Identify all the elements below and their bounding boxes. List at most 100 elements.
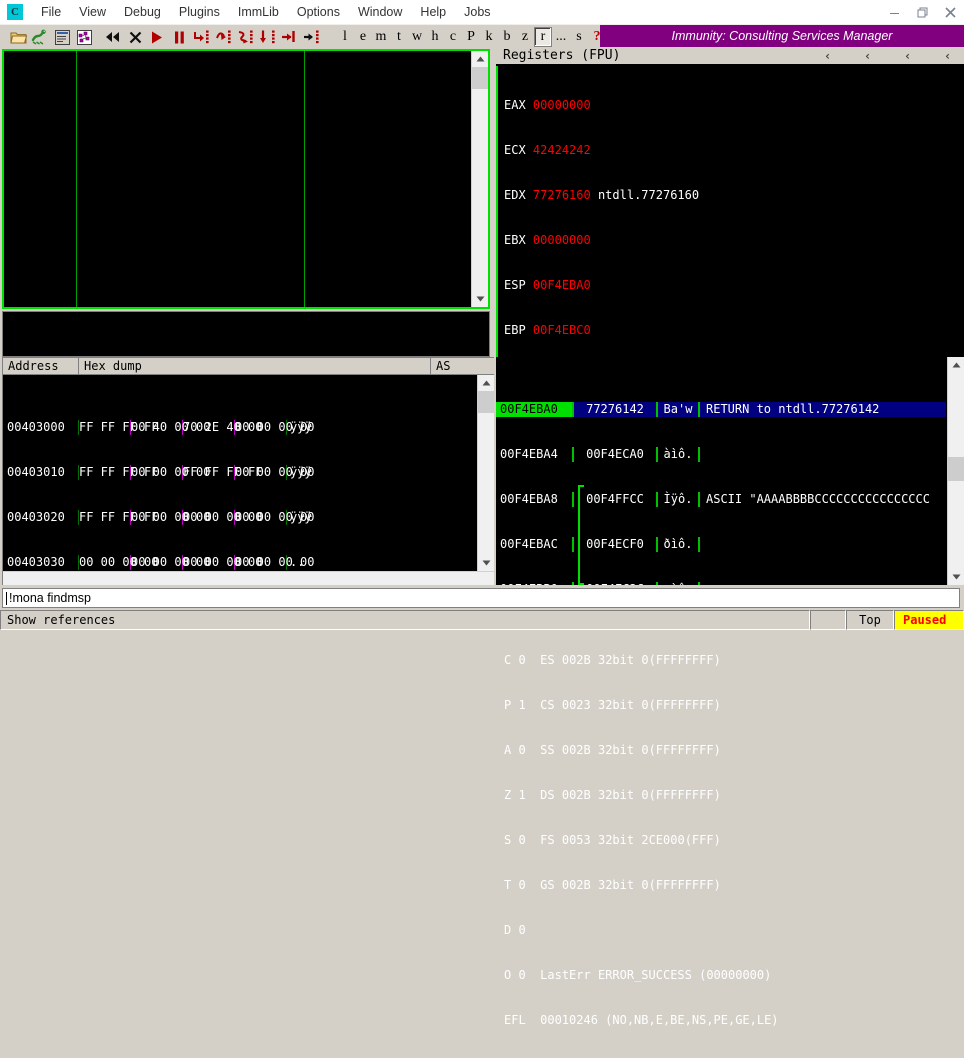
toolbar-letter-e[interactable]: e (354, 27, 372, 47)
scroll-up-icon[interactable] (948, 357, 964, 373)
flag-row-z[interactable]: Z 1 DS 002B 32bit 0(FFFFFFFF) (504, 788, 964, 803)
restore-icon[interactable] (908, 0, 936, 24)
toolbar-letter-r[interactable]: r (534, 27, 552, 47)
toolbar-letter-c[interactable]: c (444, 27, 462, 47)
table-row[interactable]: 00F4EBAC 00F4ECF0 ðìô. (496, 537, 946, 552)
flag-row-d[interactable]: D 0 (504, 923, 964, 938)
cpu-scroll-thumb[interactable] (472, 67, 488, 89)
step-over-icon[interactable] (213, 27, 233, 47)
register-row-ebx[interactable]: EBX 00000000 (504, 233, 964, 248)
table-row[interactable]: 00F4EBA4 00F4ECA0 àìô. (496, 447, 946, 462)
pause-icon[interactable] (169, 27, 189, 47)
toolbar-letter-z[interactable]: z (516, 27, 534, 47)
scroll-down-icon[interactable] (478, 555, 494, 571)
flag-row-p[interactable]: P 1 CS 0023 32bit 0(FFFFFFFF) (504, 698, 964, 713)
register-row-esp[interactable]: ESP 00F4EBA0 (504, 278, 964, 293)
dump-horizontal-scrollbar[interactable] (3, 571, 494, 585)
register-row-ebp[interactable]: EBP 00F4EBC0 (504, 323, 964, 338)
toolbar-letter-w[interactable]: w (408, 27, 426, 47)
execute-till-cursor-icon[interactable] (301, 27, 321, 47)
dump-vertical-scrollbar[interactable] (477, 375, 494, 571)
close-icon[interactable] (936, 0, 964, 24)
table-row[interactable]: 00403030 00 00 00 00 00 00 00 00 00 00 0… (3, 555, 476, 570)
scroll-down-icon[interactable] (472, 291, 488, 307)
segment-name: SS (540, 743, 555, 757)
chevron-left-icon-1[interactable]: ‹ (824, 49, 831, 63)
dump-column-headers: Address Hex dump AS (3, 357, 494, 375)
command-input[interactable] (7, 588, 911, 608)
dump-header-hexdump[interactable]: Hex dump (79, 357, 431, 375)
table-row[interactable]: 00F4EBA0 77276142 Ba'w RETURN to ntdll.7… (496, 402, 946, 417)
menu-item-plugins[interactable]: Plugins (170, 0, 229, 24)
run-script-icon[interactable] (30, 27, 50, 47)
stack-value: 00F4EC2C (574, 582, 658, 585)
menu-item-jobs[interactable]: Jobs (455, 0, 499, 24)
menu-item-window[interactable]: Window (349, 0, 411, 24)
step-into-icon[interactable] (191, 27, 211, 47)
cpu-disassembly-panel[interactable] (2, 49, 490, 309)
run-icon[interactable] (147, 27, 167, 47)
register-row-eax[interactable]: EAX 00000000 (504, 98, 964, 113)
command-bar[interactable] (2, 588, 960, 608)
flag-row-a[interactable]: A 0 SS 002B 32bit 0(FFFFFFFF) (504, 743, 964, 758)
scroll-down-icon[interactable] (948, 569, 964, 585)
scroll-up-icon[interactable] (472, 51, 488, 67)
register-comment: ntdll.77276160 (597, 188, 700, 202)
efl-row[interactable]: EFL 00010246 (NO,NB,E,BE,NS,PE,GE,LE) (504, 1013, 964, 1028)
toolbar-letter-more[interactable]: ... (552, 27, 570, 47)
chevron-left-icon-4[interactable]: ‹ (944, 49, 951, 63)
minimize-icon[interactable] (880, 0, 908, 24)
close-program-icon[interactable] (125, 27, 145, 47)
memory-dump-panel[interactable]: Address Hex dump AS 00403000 FF FF FF FF… (2, 357, 494, 585)
toolbar-letter-t[interactable]: t (390, 27, 408, 47)
register-row-edx[interactable]: EDX 77276160 ntdll.77276160 (504, 188, 964, 203)
open-folder-icon[interactable] (8, 27, 28, 47)
toolbar-letter-m[interactable]: m (372, 27, 390, 47)
register-row-ecx[interactable]: ECX 42424242 (504, 143, 964, 158)
dump-header-ascii[interactable]: AS (431, 358, 477, 375)
menu-item-help[interactable]: Help (411, 0, 455, 24)
trace-over-icon[interactable] (257, 27, 277, 47)
toolbar-letter-l[interactable]: l (336, 27, 354, 47)
toolbar-letter-k[interactable]: k (480, 27, 498, 47)
flag-row-o[interactable]: O 0 LastErr ERROR_SUCCESS (00000000) (504, 968, 964, 983)
flag-row-c[interactable]: C 0 ES 002B 32bit 0(FFFFFFFF) (504, 653, 964, 668)
dump-header-address[interactable]: Address (3, 357, 79, 375)
execute-till-return-icon[interactable] (279, 27, 299, 47)
segment-mode: 32bit (597, 743, 635, 757)
patches-icon[interactable] (74, 27, 94, 47)
table-row[interactable]: 00403020 FF FF FF FF 00 00 00 00 00 00 0… (3, 510, 476, 525)
log-window-icon[interactable] (52, 27, 72, 47)
dump-ascii: ÿÿÿ (290, 465, 312, 479)
toolbar-letter-b[interactable]: b (498, 27, 516, 47)
menu-item-immlib[interactable]: ImmLib (229, 0, 288, 24)
menu-item-view[interactable]: View (70, 0, 115, 24)
dump-scroll-thumb[interactable] (478, 391, 494, 413)
registers-panel[interactable]: Registers (FPU) ‹ ‹ ‹ ‹ EAX 00000000 ECX… (496, 47, 964, 1027)
flag-row-s[interactable]: S 0 FS 0053 32bit 2CE000(FFF) (504, 833, 964, 848)
menu-item-debug[interactable]: Debug (115, 0, 170, 24)
table-row[interactable]: 00F4EBA8 00F4FFCC Ìÿô. ASCII "AAAABBBBCC… (496, 492, 946, 507)
toolbar-letter-h[interactable]: h (426, 27, 444, 47)
stack-vertical-scrollbar[interactable] (947, 357, 964, 585)
toolbar-letter-p[interactable]: P (462, 27, 480, 47)
table-row[interactable]: 00403010 FF FF FF FF 00 00 00 00 FF FF F… (3, 465, 476, 480)
menu-item-file[interactable]: File (32, 0, 70, 24)
restart-icon[interactable] (103, 27, 123, 47)
chevron-left-icon-3[interactable]: ‹ (904, 49, 911, 63)
segment-selector: 002B (561, 878, 591, 892)
trace-into-icon[interactable] (235, 27, 255, 47)
menu-item-options[interactable]: Options (288, 0, 349, 24)
table-row[interactable]: 00403000 FF FF FF FF 00 40 00 00 70 2E 4… (3, 420, 476, 435)
segment-base: 0(FFFFFFFF) (641, 743, 721, 757)
scroll-up-icon[interactable] (478, 375, 494, 391)
chevron-left-icon-2[interactable]: ‹ (864, 49, 871, 63)
cpu-vertical-scrollbar[interactable] (471, 51, 488, 307)
dump-address: 00403030 (3, 555, 79, 570)
stack-panel[interactable]: 00F4EBA0 77276142 Ba'w RETURN to ntdll.7… (496, 357, 964, 585)
flag-row-t[interactable]: T 0 GS 002B 32bit 0(FFFFFFFF) (504, 878, 964, 893)
toolbar-letter-s[interactable]: s (570, 27, 588, 47)
stack-scroll-thumb[interactable] (948, 457, 964, 481)
segment-selector: 002B (561, 788, 591, 802)
table-row[interactable]: 00F4EBB0 00F4EC2C ,ìô. (496, 582, 946, 585)
